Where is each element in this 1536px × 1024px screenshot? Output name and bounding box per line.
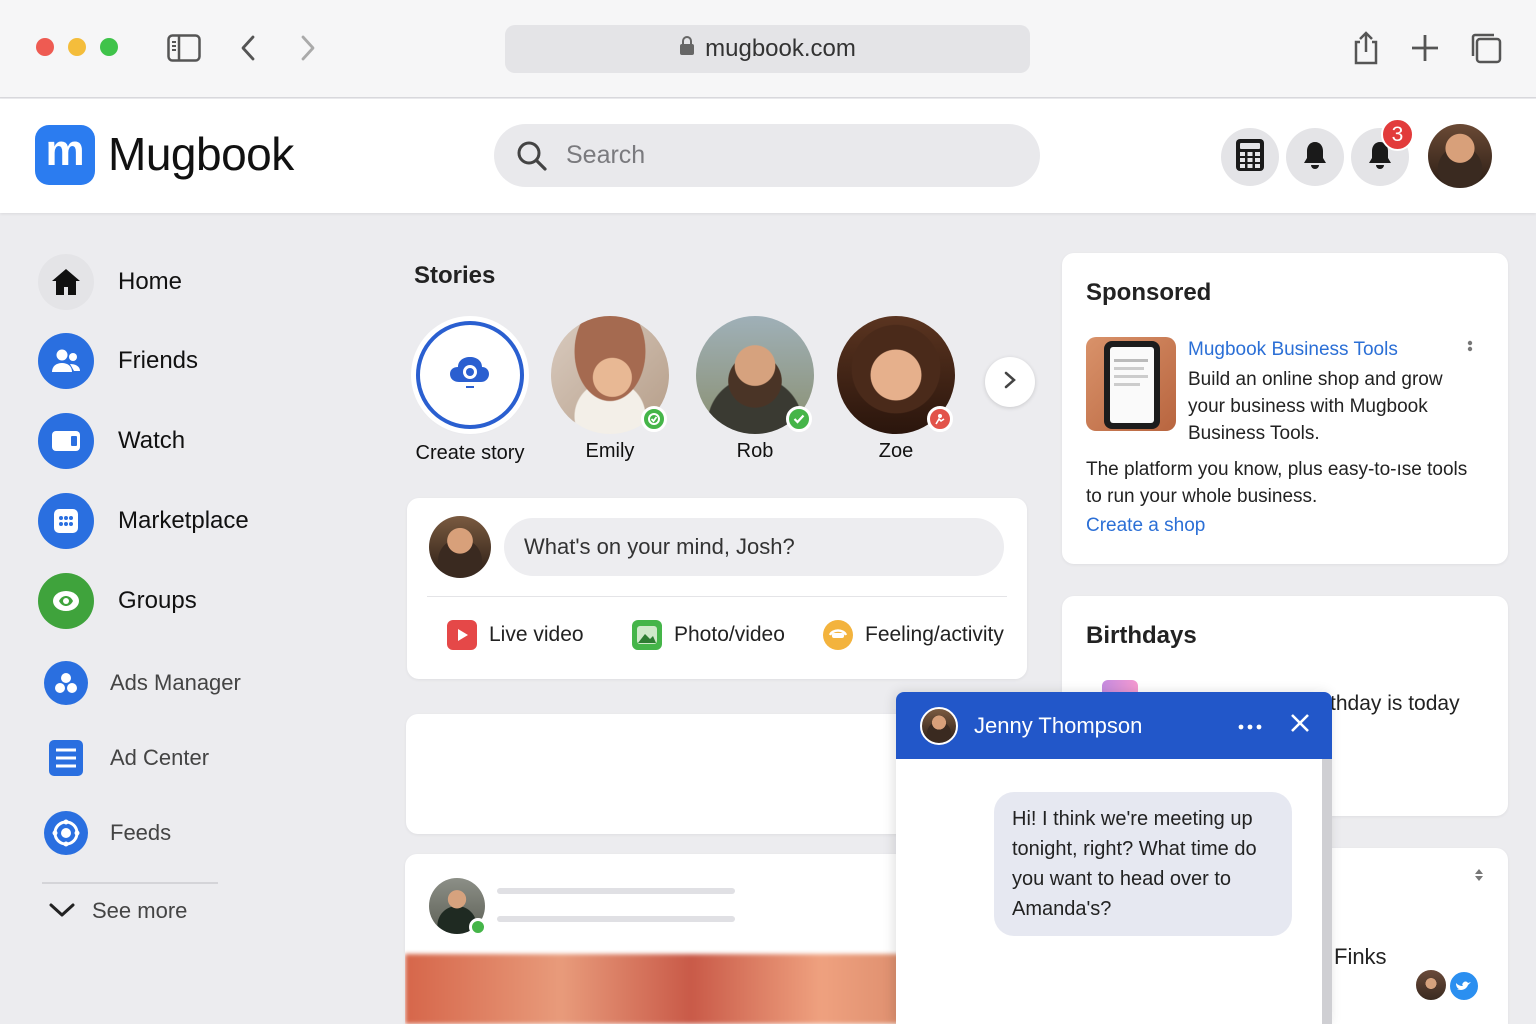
post-card (405, 854, 925, 1024)
chevron-down-icon (48, 899, 76, 924)
composer-avatar[interactable] (429, 516, 491, 578)
sidebar-item-watch[interactable]: Watch (38, 413, 185, 469)
search-icon (516, 139, 550, 173)
sidebar-divider (42, 882, 218, 884)
chat-scrollbar[interactable] (1322, 759, 1332, 1024)
create-story[interactable]: Create story (400, 316, 540, 465)
birthdays-title: Birthdays (1086, 622, 1197, 649)
post-meta-skeleton (497, 916, 735, 922)
sponsored-body: The platform you know, plus easy-to-ıse … (1086, 459, 1468, 507)
chat-header[interactable]: Jenny Thompson (896, 692, 1332, 759)
create-shop-link[interactable]: Create a shop (1086, 515, 1205, 537)
story-avatar (837, 316, 955, 434)
chat-message: Hi! I think we're meeting up tonight, ri… (994, 792, 1292, 936)
sponsored-card: Sponsored Mugbook Business Tools Build a… (1062, 253, 1508, 564)
sidebar-item-ads-manager[interactable]: Ads Manager (38, 661, 241, 705)
bird-icon (1448, 970, 1480, 1002)
close-window-button[interactable] (36, 38, 54, 56)
composer-divider (427, 596, 1007, 597)
groups-icon (38, 573, 94, 629)
logo-icon[interactable]: m (35, 125, 95, 185)
app-name: Mugbook (108, 128, 294, 180)
post-image[interactable] (405, 954, 925, 1024)
menu-grid-button[interactable] (1221, 128, 1279, 186)
online-dot-icon (469, 918, 487, 936)
search-input[interactable] (566, 141, 986, 170)
more-options-icon[interactable] (1238, 717, 1262, 735)
profile-avatar[interactable] (1428, 124, 1492, 188)
maximize-window-button[interactable] (100, 38, 118, 56)
home-icon (38, 254, 94, 310)
marketplace-icon (38, 493, 94, 549)
messages-button[interactable] (1286, 128, 1344, 186)
sponsored-title: Sponsored (1086, 279, 1212, 306)
search-bar[interactable] (494, 124, 1040, 187)
stories-next-button[interactable] (985, 357, 1035, 407)
sidebar-item-feeds[interactable]: Feeds (38, 811, 171, 855)
live-video-icon (447, 620, 477, 650)
chevron-right-icon (1003, 370, 1017, 395)
stories-title: Stories (414, 262, 496, 289)
address-bar[interactable]: mugbook.com (505, 25, 1030, 73)
notification-badge: 3 (1381, 118, 1414, 151)
close-icon[interactable] (1290, 713, 1310, 738)
more-options-icon[interactable] (1466, 339, 1474, 362)
url-text: mugbook.com (705, 35, 856, 62)
ad-center-icon (44, 736, 88, 780)
app-header: m Mugbook (0, 99, 1536, 213)
contact-name[interactable]: Finks (1334, 944, 1387, 970)
story-emily[interactable]: Emily (540, 316, 680, 463)
sidebar-toggle-icon[interactable] (164, 28, 204, 68)
post-composer: What's on your mind, Josh? Live video Ph… (407, 498, 1027, 679)
friends-icon (38, 333, 94, 389)
check-badge-icon (786, 406, 812, 432)
ad-title-link[interactable]: Mugbook Business Tools (1188, 339, 1398, 361)
feeds-icon (44, 811, 88, 855)
forward-icon[interactable] (288, 28, 328, 68)
chat-window: Jenny Thompson Hi! I think we're meeting… (896, 692, 1332, 1024)
story-avatar (551, 316, 669, 434)
chat-avatar (920, 706, 958, 745)
back-icon[interactable] (228, 28, 268, 68)
sidebar-item-marketplace[interactable]: Marketplace (38, 493, 249, 549)
ads-manager-icon (44, 661, 88, 705)
watch-icon (38, 413, 94, 469)
feeling-activity-button[interactable]: Feeling/activity (823, 620, 1004, 650)
sidebar-item-groups[interactable]: Groups (38, 573, 197, 629)
composer-input[interactable]: What's on your mind, Josh? (504, 518, 1004, 576)
sidebar-item-ad-center[interactable]: Ad Center (38, 736, 209, 780)
post-author-skeleton (497, 888, 735, 894)
post-author-avatar[interactable] (429, 878, 487, 936)
story-avatar (696, 316, 814, 434)
birthday-text: thday is today (1330, 692, 1460, 715)
live-video-button[interactable]: Live video (447, 620, 584, 650)
photo-video-button[interactable]: Photo/video (632, 620, 785, 650)
feed-placeholder-card (406, 714, 926, 834)
online-badge-icon (641, 406, 667, 432)
tab-overview-icon[interactable] (1466, 28, 1506, 68)
sidebar-item-friends[interactable]: Friends (38, 333, 198, 389)
new-tab-icon[interactable] (1405, 28, 1445, 68)
story-rob[interactable]: Rob (685, 316, 825, 463)
lock-icon (679, 35, 695, 63)
story-zoe[interactable]: Zoe (826, 316, 966, 463)
contact-avatar[interactable] (1414, 968, 1448, 1002)
camera-icon (448, 353, 492, 398)
sort-icon[interactable] (1474, 868, 1484, 887)
chat-contact-name: Jenny Thompson (974, 712, 1143, 738)
calculator-icon (1235, 138, 1265, 177)
sidebar-item-home[interactable]: Home (38, 254, 182, 310)
minimize-window-button[interactable] (68, 38, 86, 56)
ad-description: Build an online shop and grow your busin… (1188, 369, 1443, 444)
ad-image[interactable] (1086, 337, 1176, 431)
photo-icon (632, 620, 662, 650)
bell-icon (1301, 140, 1329, 175)
feeling-icon (823, 620, 853, 650)
see-more-button[interactable]: See more (48, 898, 187, 924)
browser-toolbar: mugbook.com (0, 0, 1536, 98)
create-story-circle (416, 321, 524, 429)
share-icon[interactable] (1346, 28, 1386, 68)
activity-badge-icon (927, 406, 953, 432)
